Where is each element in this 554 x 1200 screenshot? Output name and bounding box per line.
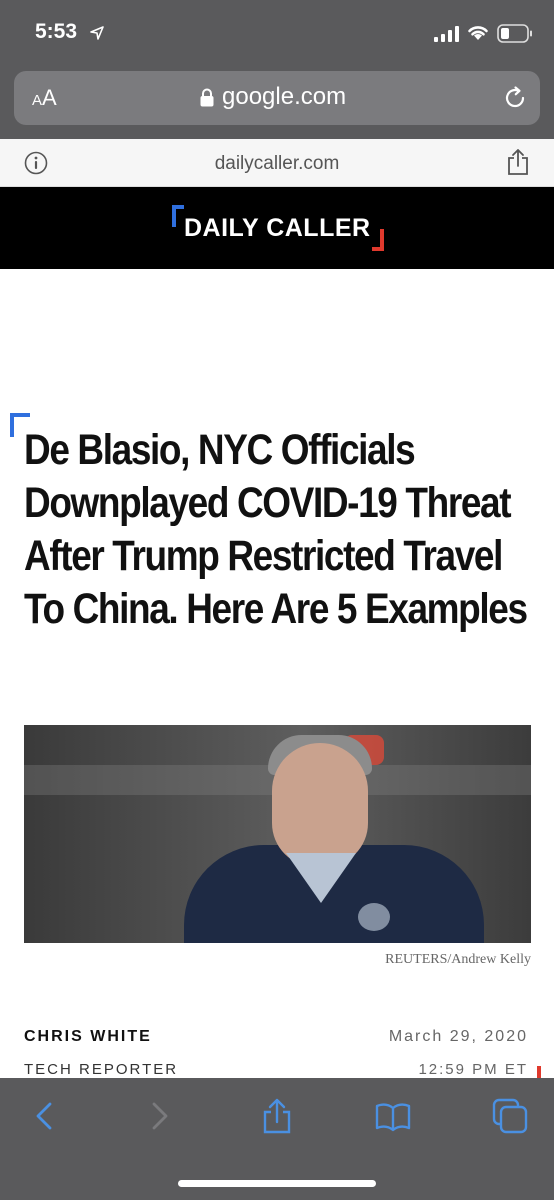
tabs-icon[interactable]	[492, 1098, 528, 1134]
accent-mark	[537, 1066, 541, 1078]
image-jacket-badge	[358, 903, 390, 931]
lock-icon	[200, 88, 214, 107]
battery-icon	[497, 24, 532, 43]
image-subject-head	[272, 743, 368, 867]
article-hero-image[interactable]	[24, 725, 531, 943]
home-indicator[interactable]	[178, 1180, 376, 1187]
reload-icon[interactable]	[502, 85, 528, 111]
back-chevron-icon[interactable]	[26, 1098, 62, 1134]
photo-credit: REUTERS/Andrew Kelly	[385, 952, 531, 967]
article-headline: De Blasio, NYC Officials Downplayed COVI…	[24, 426, 528, 633]
site-header: DAILY CALLER	[0, 187, 554, 269]
cellular-signal-icon	[434, 26, 459, 42]
logo-bracket-left	[172, 205, 184, 227]
status-time: 5:53	[35, 20, 78, 43]
reader-text-size-button[interactable]: AA	[32, 85, 57, 111]
logo-bracket-right	[372, 229, 384, 251]
publish-time: 12:59 PM ET	[418, 1061, 528, 1078]
address-bar[interactable]: AA google.com	[14, 71, 540, 125]
browser-chrome: 5:53 AA google.com	[0, 0, 554, 139]
logo-text: DAILY CALLER	[184, 214, 371, 242]
author-name[interactable]: CHRIS WHITE	[24, 1028, 152, 1046]
amp-header: dailycaller.com	[0, 139, 554, 187]
share-icon[interactable]	[506, 148, 530, 176]
url-text: google.com	[222, 83, 347, 110]
share-icon[interactable]	[259, 1098, 295, 1134]
forward-chevron-icon[interactable]	[142, 1098, 178, 1134]
amp-domain[interactable]: dailycaller.com	[0, 153, 554, 175]
publish-date: March 29, 2020	[388, 1028, 528, 1045]
wifi-icon	[468, 26, 488, 40]
daily-caller-logo[interactable]: DAILY CALLER	[172, 205, 384, 251]
bookmarks-icon[interactable]	[375, 1098, 411, 1134]
author-role: TECH REPORTER	[24, 1061, 179, 1078]
location-arrow-icon	[90, 26, 104, 40]
status-bar: 5:53	[0, 0, 554, 62]
